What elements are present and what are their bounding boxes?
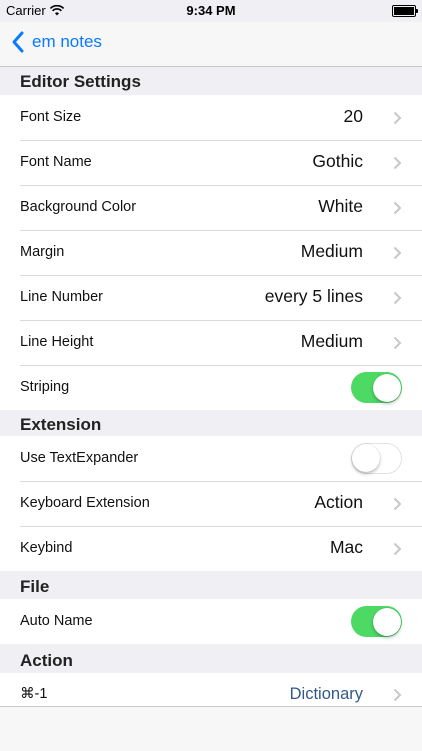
line-height-label: Line Height xyxy=(20,334,94,350)
row-auto-name: Auto Name xyxy=(0,599,422,644)
line-height-value: Medium xyxy=(300,331,363,351)
row-background-color[interactable]: Background Color White xyxy=(0,185,422,230)
back-label: em notes xyxy=(32,32,102,51)
font-size-label: Font Size xyxy=(20,109,82,125)
chevron-right-icon xyxy=(393,156,402,170)
chevron-right-icon xyxy=(393,111,402,125)
chevron-right-icon xyxy=(393,291,402,305)
keyboard-extension-value: Action xyxy=(314,492,363,512)
keyboard-extension-label: Keyboard Extension xyxy=(20,495,150,511)
chevron-right-icon xyxy=(393,497,402,511)
row-keybind[interactable]: Keybind Mac xyxy=(0,526,422,571)
section-header-action: Action xyxy=(20,651,73,670)
font-name-value: Gothic xyxy=(312,151,363,171)
extension-group: Use TextExpander Keyboard Extension Acti… xyxy=(0,436,422,571)
row-striping: Striping xyxy=(0,365,422,410)
chevron-right-icon xyxy=(393,542,402,556)
striping-toggle[interactable] xyxy=(351,372,402,403)
line-number-value: every 5 lines xyxy=(264,286,363,306)
bottom-toolbar xyxy=(0,706,422,751)
text-expander-toggle[interactable] xyxy=(351,443,402,474)
row-line-number[interactable]: Line Number every 5 lines xyxy=(0,275,422,320)
row-font-name[interactable]: Font Name Gothic xyxy=(0,140,422,185)
row-text-expander: Use TextExpander xyxy=(0,436,422,481)
font-name-label: Font Name xyxy=(20,154,92,170)
toggle-knob xyxy=(352,444,380,472)
chevron-right-icon xyxy=(393,246,402,260)
font-size-value: 20 xyxy=(343,106,363,126)
keybind-value: Mac xyxy=(329,537,363,557)
toggle-knob xyxy=(372,607,401,636)
auto-name-toggle[interactable] xyxy=(351,606,402,637)
chevron-right-icon xyxy=(393,336,402,350)
back-button[interactable]: em notes xyxy=(10,30,102,54)
text-expander-label: Use TextExpander xyxy=(20,450,139,466)
cmd-1-label: ⌘-1 xyxy=(20,686,48,702)
navigation-bar: em notes xyxy=(0,22,422,67)
line-number-label: Line Number xyxy=(20,289,104,305)
margin-label: Margin xyxy=(20,244,65,260)
status-time: 9:34 PM xyxy=(186,3,236,18)
background-color-label: Background Color xyxy=(20,199,137,215)
toggle-knob xyxy=(372,373,401,402)
margin-value: Medium xyxy=(300,241,363,261)
auto-name-label: Auto Name xyxy=(20,613,93,629)
chevron-right-icon xyxy=(393,201,402,215)
editor-settings-group: Font Size 20 Font Name Gothic Background… xyxy=(0,95,422,410)
background-color-value: White xyxy=(318,196,363,216)
section-header-file: File xyxy=(20,577,50,596)
cmd-1-value: Dictionary xyxy=(289,685,363,703)
file-group: Auto Name xyxy=(0,599,422,644)
keybind-label: Keybind xyxy=(20,540,73,556)
section-header-extension: Extension xyxy=(20,415,102,434)
chevron-left-icon xyxy=(12,31,24,53)
chevron-right-icon xyxy=(393,688,402,702)
section-header-editor: Editor Settings xyxy=(20,72,141,91)
battery-icon xyxy=(392,5,418,17)
status-bar: Carrier 9:34 PM xyxy=(0,0,422,22)
row-line-height[interactable]: Line Height Medium xyxy=(0,320,422,365)
striping-label: Striping xyxy=(20,379,70,395)
row-keyboard-extension[interactable]: Keyboard Extension Action xyxy=(0,481,422,526)
row-margin[interactable]: Margin Medium xyxy=(0,230,422,275)
row-font-size[interactable]: Font Size 20 xyxy=(0,95,422,140)
